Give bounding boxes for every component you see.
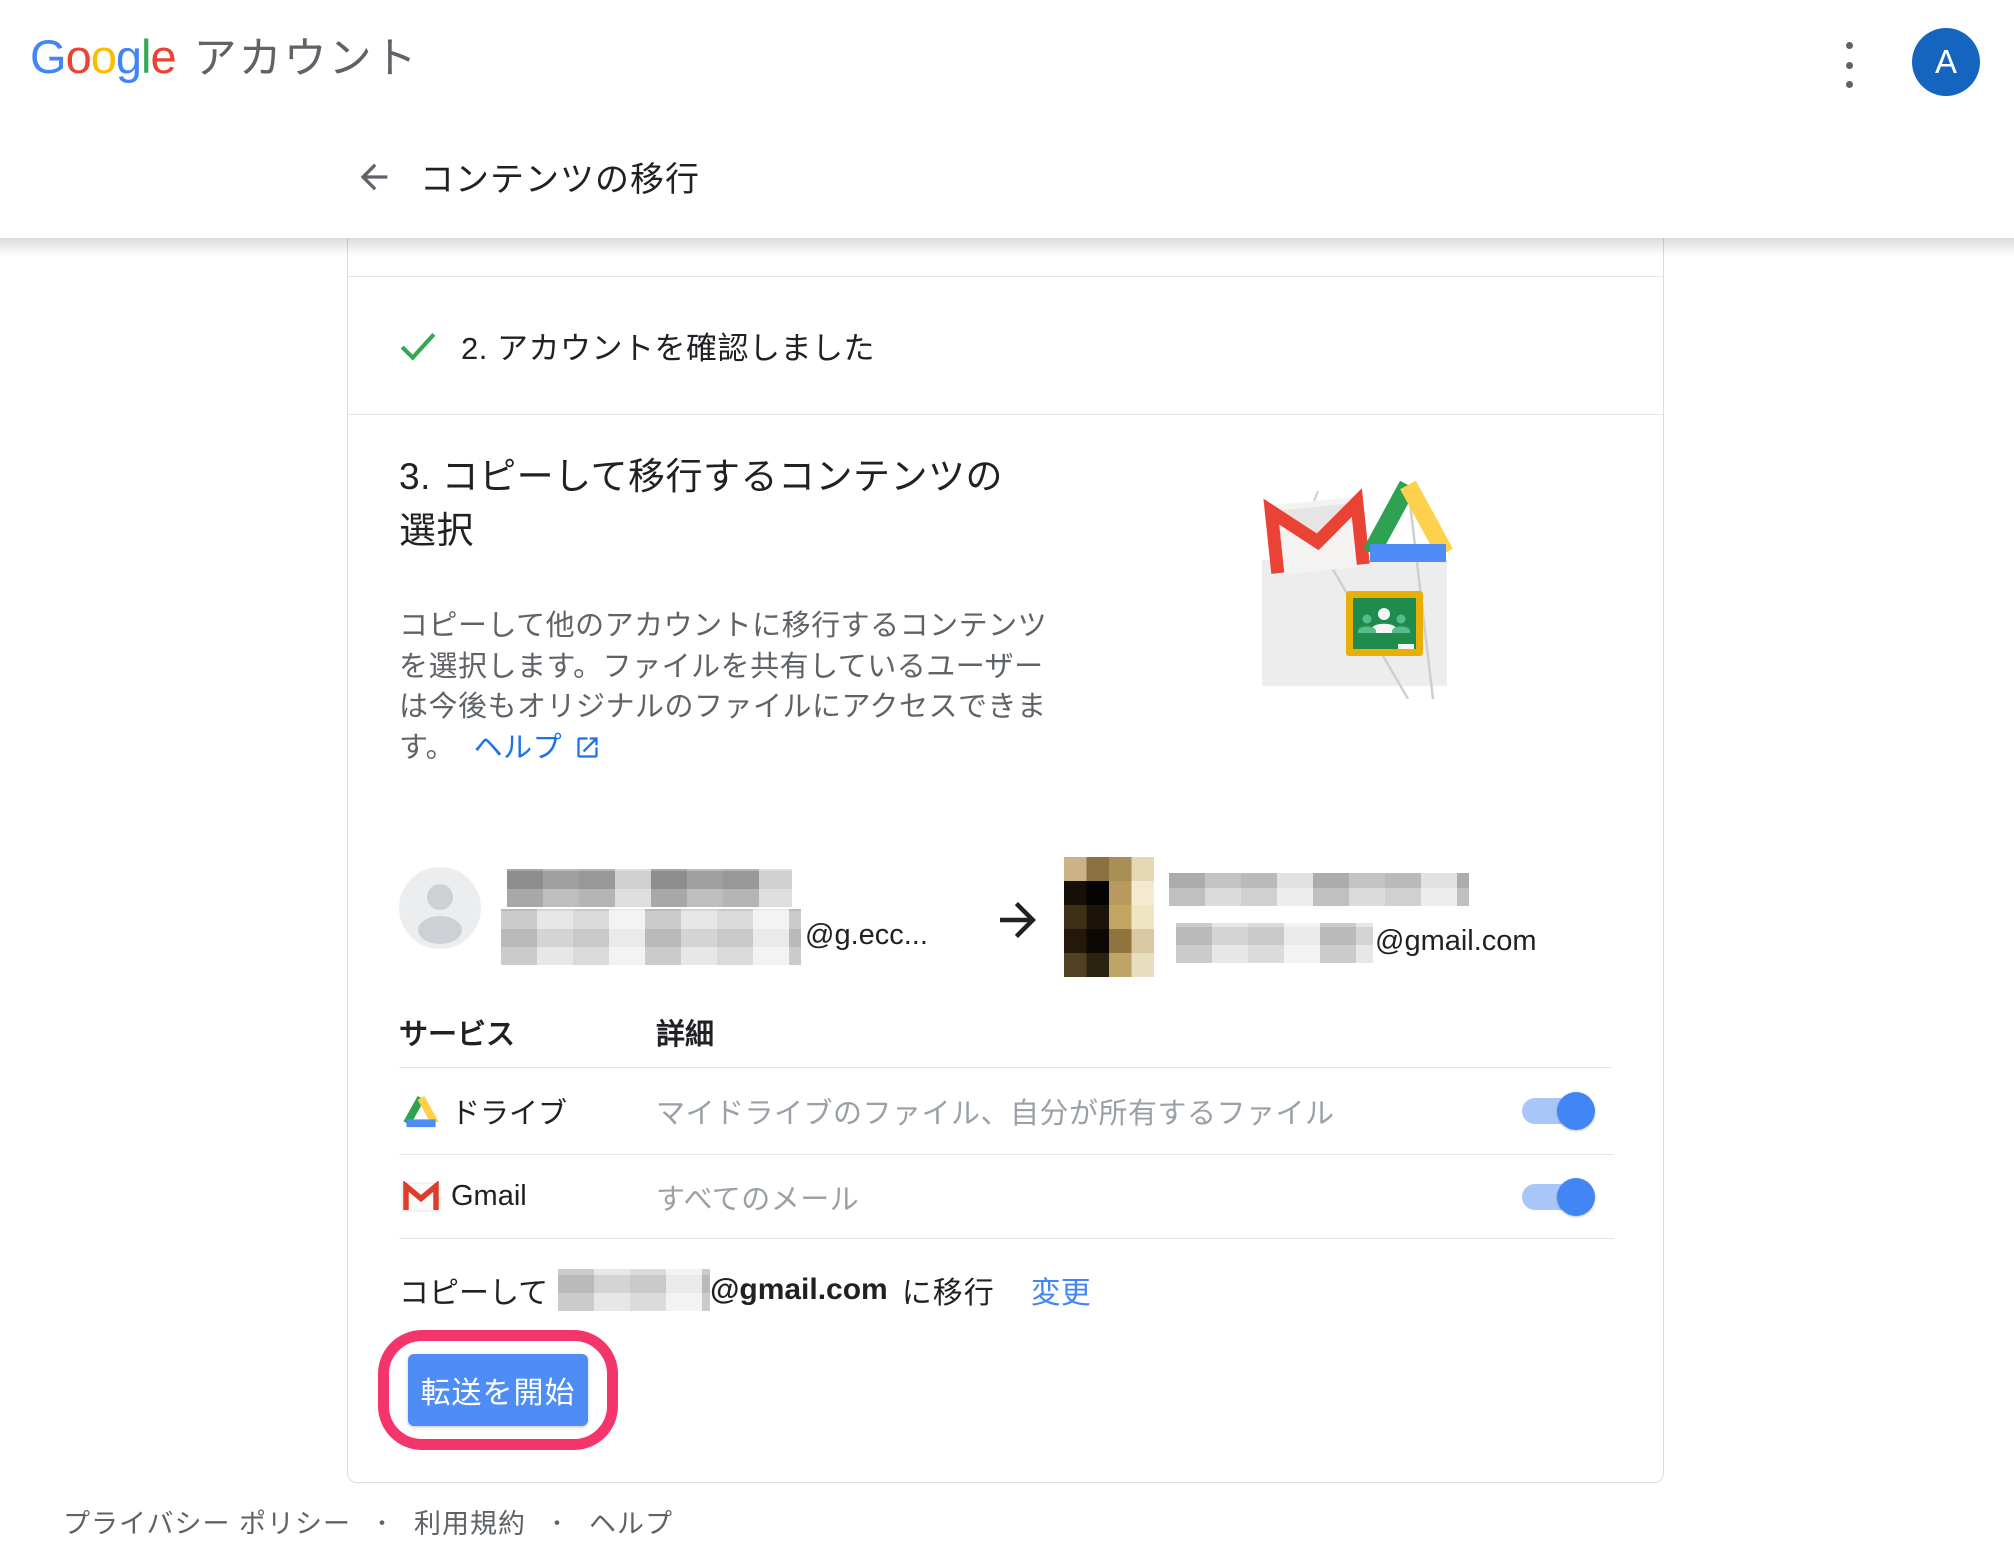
app-bar: G o o g l e アカウント A コンテンツの移行 bbox=[0, 0, 2014, 238]
page-title: コンテンツの移行 bbox=[420, 152, 700, 201]
redacted-source-name bbox=[507, 869, 792, 907]
back-button[interactable] bbox=[352, 155, 396, 199]
logo-letter: o bbox=[91, 29, 116, 84]
arrow-right-icon bbox=[991, 893, 1045, 947]
google-logo: G o o g l e アカウント bbox=[30, 24, 419, 86]
subheader: コンテンツの移行 bbox=[352, 152, 700, 201]
change-link[interactable]: 変更 bbox=[1031, 1268, 1091, 1312]
external-link-icon[interactable] bbox=[574, 734, 601, 761]
destination-prefix: コピーして bbox=[399, 1268, 548, 1312]
service-detail: マイドライブのファイル、自分が所有するファイル bbox=[656, 1090, 1335, 1132]
step3-title: 3. コピーして移行するコンテンツの選択 bbox=[399, 450, 1009, 557]
service-row-drive: ドライブ マイドライブのファイル、自分が所有するファイル bbox=[399, 1068, 1614, 1155]
terms-link[interactable]: 利用規約 bbox=[414, 1502, 526, 1541]
gmail-toggle[interactable] bbox=[1522, 1184, 1592, 1210]
kebab-dot bbox=[1846, 62, 1853, 69]
transfer-card: 2. アカウントを確認しました 3. コピーして移行するコンテンツの選択 コピー… bbox=[347, 238, 1664, 1483]
service-row-gmail: Gmail すべてのメール bbox=[399, 1155, 1614, 1239]
photo-avatar-blurred bbox=[1064, 857, 1154, 977]
account-avatar[interactable]: A bbox=[1912, 28, 1980, 96]
destination-row: コピーして @gmail.com に移行 変更 bbox=[399, 1260, 1614, 1320]
classroom-illustration bbox=[1346, 591, 1423, 656]
source-email-suffix: @g.ecc... bbox=[805, 919, 928, 952]
logo-letter: g bbox=[116, 29, 141, 84]
default-avatar-icon bbox=[399, 867, 481, 949]
logo-letter: G bbox=[30, 29, 66, 84]
service-detail: すべてのメール bbox=[656, 1176, 859, 1218]
scroll-shadow bbox=[0, 238, 2014, 256]
back-arrow-icon bbox=[354, 157, 394, 197]
drive-illustration bbox=[1370, 485, 1446, 553]
drive-toggle[interactable] bbox=[1522, 1098, 1592, 1124]
step3-description: コピーして他のアカウントに移行するコンテンツを選択します。ファイルを共有している… bbox=[399, 606, 1057, 768]
logo-letter: e bbox=[150, 29, 175, 84]
target-email-suffix: @gmail.com bbox=[1375, 925, 1537, 958]
gmail-icon bbox=[401, 1181, 441, 1213]
accounts-row: @g.ecc... @gmail.com bbox=[399, 853, 1614, 993]
help-link[interactable]: ヘルプ bbox=[474, 732, 563, 764]
column-service: サービス bbox=[399, 1011, 515, 1053]
destination-suffix: に移行 bbox=[902, 1268, 995, 1312]
service-name: ドライブ bbox=[451, 1090, 567, 1132]
footer: プライバシー ポリシー ・ 利用規約 ・ ヘルプ bbox=[63, 1502, 673, 1541]
product-name: アカウント bbox=[194, 24, 419, 86]
annotation-highlight-ring: 転送を開始 bbox=[378, 1330, 618, 1450]
drive-icon bbox=[401, 1093, 441, 1129]
privacy-policy-link[interactable]: プライバシー ポリシー bbox=[63, 1502, 351, 1541]
kebab-dot bbox=[1846, 81, 1853, 88]
services-table-header: サービス 詳細 bbox=[399, 1003, 1614, 1067]
footer-separator: ・ bbox=[546, 1506, 569, 1538]
destination-email-suffix: @gmail.com bbox=[710, 1273, 888, 1307]
kebab-menu-icon[interactable] bbox=[1834, 36, 1864, 94]
redacted-source-email bbox=[501, 909, 801, 965]
service-name: Gmail bbox=[451, 1180, 527, 1213]
kebab-dot bbox=[1846, 42, 1853, 49]
toggle-thumb bbox=[1557, 1092, 1595, 1130]
redacted-target-email bbox=[1176, 923, 1373, 963]
help-footer-link[interactable]: ヘルプ bbox=[589, 1502, 673, 1541]
services-illustration bbox=[1258, 463, 1470, 699]
redacted-destination-email bbox=[558, 1269, 710, 1311]
step2-label: 2. アカウントを確認しました bbox=[461, 323, 875, 368]
step2-row: 2. アカウントを確認しました bbox=[348, 277, 1663, 415]
toggle-thumb bbox=[1557, 1178, 1595, 1216]
check-icon bbox=[399, 330, 437, 362]
gmail-illustration bbox=[1265, 496, 1370, 576]
column-detail: 詳細 bbox=[656, 1011, 714, 1053]
footer-separator: ・ bbox=[371, 1506, 394, 1538]
logo-letter: l bbox=[141, 29, 150, 84]
redacted-target-name bbox=[1169, 873, 1469, 906]
start-transfer-button[interactable]: 転送を開始 bbox=[408, 1354, 588, 1426]
logo-letter: o bbox=[66, 29, 91, 84]
